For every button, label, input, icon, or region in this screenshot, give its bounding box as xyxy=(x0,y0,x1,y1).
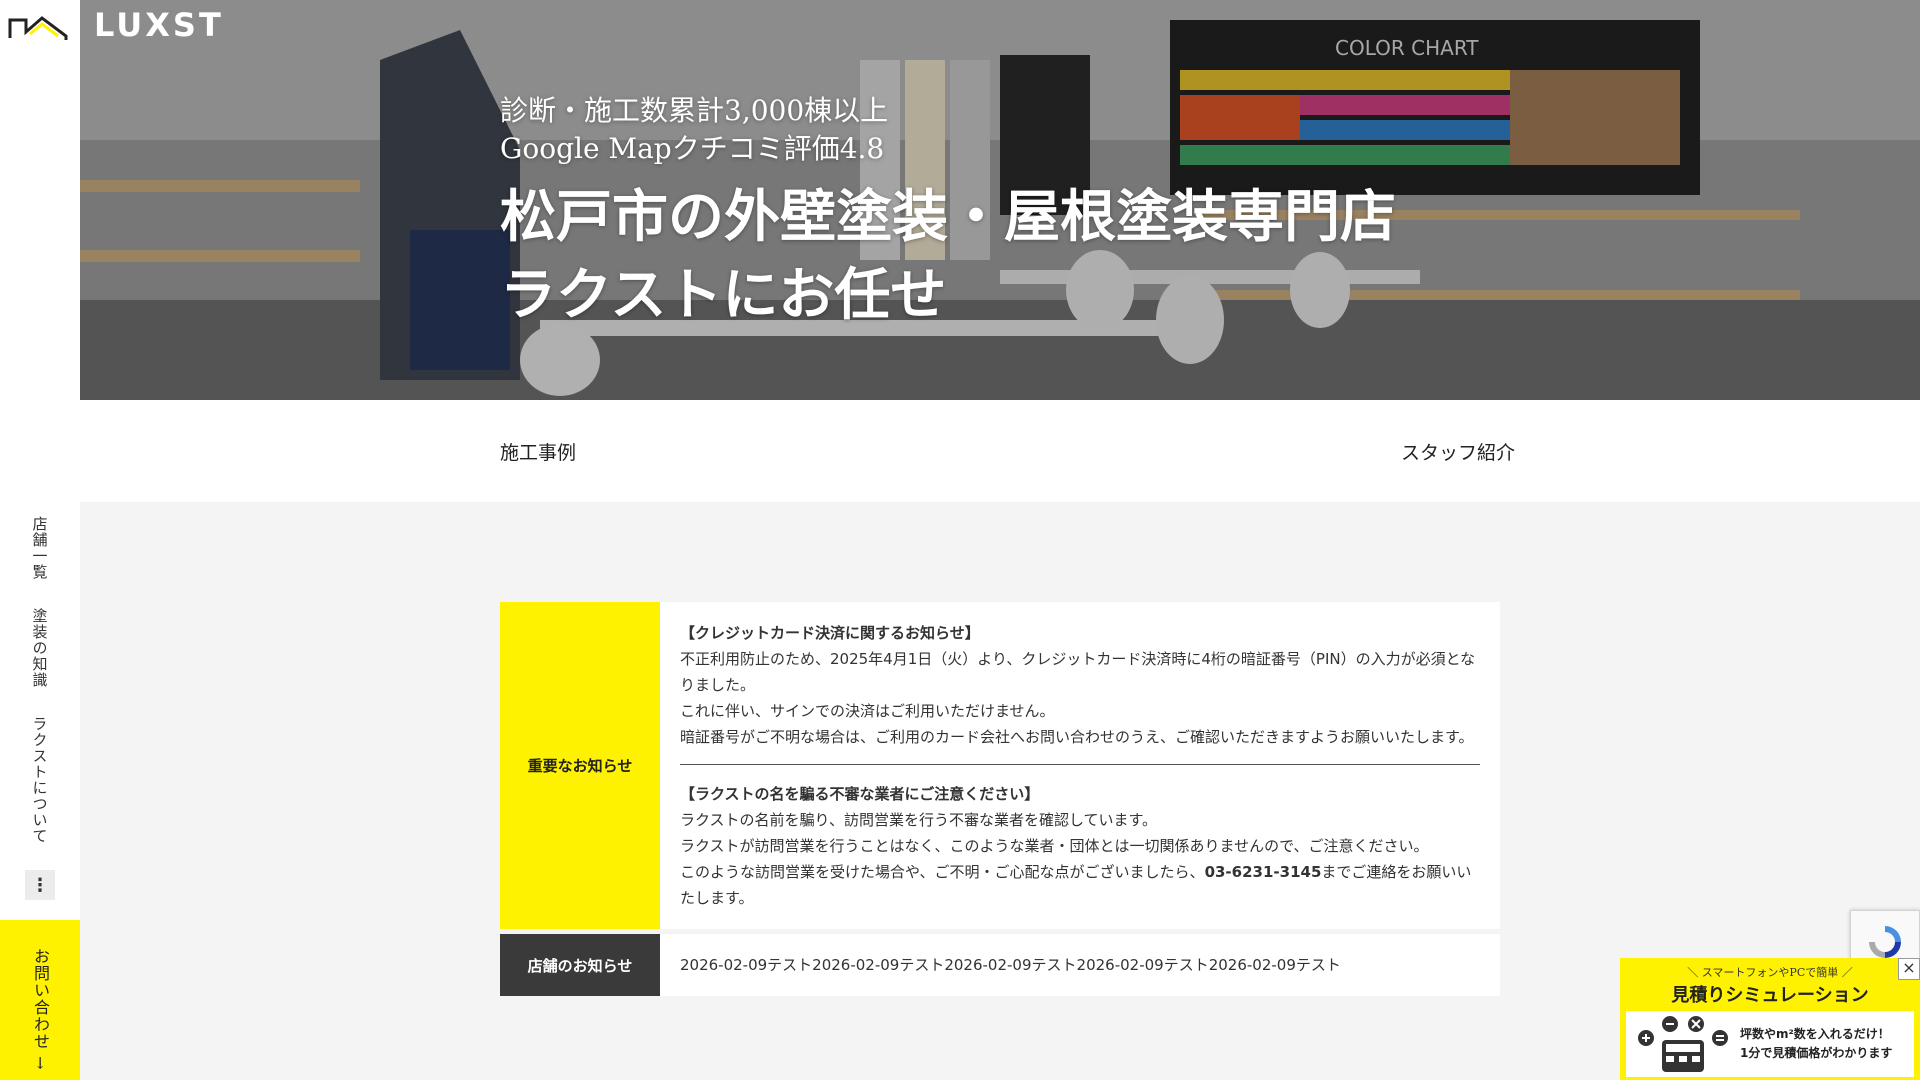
notice-section: 重要なお知らせ 【クレジットカード決済に関するお知らせ】 不正利用防止のため、2… xyxy=(500,602,1500,1001)
hero-title: 松戸市の外壁塗装・屋根塗装専門店 ラクストにお任せ xyxy=(500,178,1396,334)
important-notice-body: 【クレジットカード決済に関するお知らせ】 不正利用防止のため、2025年4月1日… xyxy=(660,602,1500,929)
fraud-notice-line: ラクストの名前を騙り、訪問営業を行う不審な業者を確認しています。 xyxy=(680,811,1158,829)
credit-notice-line: これに伴い、サインでの決済はご利用いただけません。 xyxy=(680,702,1055,720)
close-icon[interactable]: × xyxy=(1898,958,1920,980)
recaptcha-icon xyxy=(1869,926,1901,958)
fraud-notice-line: ラクストが訪問営業を行うことはなく、このような業者・団体とは一切関係ありませんの… xyxy=(680,837,1429,855)
credit-notice-line: 不正利用防止のため、2025年4月1日（火）より、クレジットカード決済時に4桁の… xyxy=(680,650,1476,694)
important-notice-label: 重要なお知らせ xyxy=(500,602,660,929)
hero-section: COLOR CHART 診断・施工数累計3,000棟以上 Google Mapク… xyxy=(80,0,1920,400)
credit-notice-heading: 【クレジットカード決済に関するお知らせ】 xyxy=(680,624,980,642)
calculator-icon xyxy=(1638,1016,1728,1072)
hero-subtitle-2: Google Mapクチコミ評価4.8 xyxy=(500,132,885,165)
tab-case-studies[interactable]: 施工事例 xyxy=(500,438,576,465)
tabs-bar: 施工事例 スタッフ紹介 xyxy=(80,400,1920,502)
notice-divider xyxy=(680,764,1480,765)
fraud-notice-line: このような訪問営業を受けた場合や、ご不明・ご心配な点がございましたら、03-62… xyxy=(680,863,1472,907)
tab-staff[interactable]: スタッフ紹介 xyxy=(1401,438,1515,465)
contact-label: お問い合わせ → xyxy=(31,948,50,1071)
sim-banner-body: 坪数やm²数を入れるだけ！ 1分で見積価格がわかります xyxy=(1626,1011,1914,1077)
estimate-simulation-banner[interactable]: × ＼ スマートフォンやPCで簡単 ／ 見積りシミュレーション 坪数やm²数を入… xyxy=(1620,958,1920,1080)
hero-copy: 診断・施工数累計3,000棟以上 Google Mapクチコミ評価4.8 松戸市… xyxy=(500,92,1396,334)
fraud-notice-heading: 【ラクストの名を騙る不審な業者にご注意ください】 xyxy=(680,785,1040,803)
phone-number[interactable]: 03-6231-3145 xyxy=(1205,863,1322,881)
sidebar-item-painting-knowledge[interactable]: 塗装の知識 xyxy=(30,608,51,688)
contact-button[interactable]: お問い合わせ → xyxy=(0,920,80,1080)
logo-icon[interactable] xyxy=(8,14,70,42)
store-notice-body[interactable]: 2026-02-09テスト2026-02-09テスト2026-02-09テスト2… xyxy=(660,934,1500,996)
important-notice: 重要なお知らせ 【クレジットカード決済に関するお知らせ】 不正利用防止のため、2… xyxy=(500,602,1500,929)
hero-subtitle-1: 診断・施工数累計3,000棟以上 xyxy=(500,94,889,127)
store-notice-label: 店舗のお知らせ xyxy=(500,934,660,996)
store-notice: 店舗のお知らせ 2026-02-09テスト2026-02-09テスト2026-0… xyxy=(500,934,1500,996)
sim-banner-tagline: ＼ スマートフォンやPCで簡単 ／ xyxy=(1687,966,1853,979)
sidebar-item-about[interactable]: ラクストについて xyxy=(30,716,51,844)
hero-title-line-1: 松戸市の外壁塗装・屋根塗装専門店 xyxy=(500,184,1396,250)
more-menu-button[interactable]: ⋮ xyxy=(25,870,55,900)
sim-banner-title: 見積りシミュレーション xyxy=(1671,985,1869,1006)
hero-title-line-2: ラクストにお任せ xyxy=(500,262,947,328)
brand-logo-text[interactable]: LUXST xyxy=(94,6,224,44)
sidebar-nav: 店舗一覧 塗装の知識 ラクストについて xyxy=(0,516,80,872)
sim-banner-text: 坪数やm²数を入れるだけ！ 1分で見積価格がわかります xyxy=(1740,1027,1893,1060)
credit-notice-line: 暗証番号がご不明な場合は、ご利用のカード会社へお問い合わせのうえ、ご確認いただき… xyxy=(680,728,1474,746)
left-sidebar: 店舗一覧 塗装の知識 ラクストについて ⋮ お問い合わせ → xyxy=(0,0,80,1080)
sidebar-item-stores[interactable]: 店舗一覧 xyxy=(30,516,51,580)
